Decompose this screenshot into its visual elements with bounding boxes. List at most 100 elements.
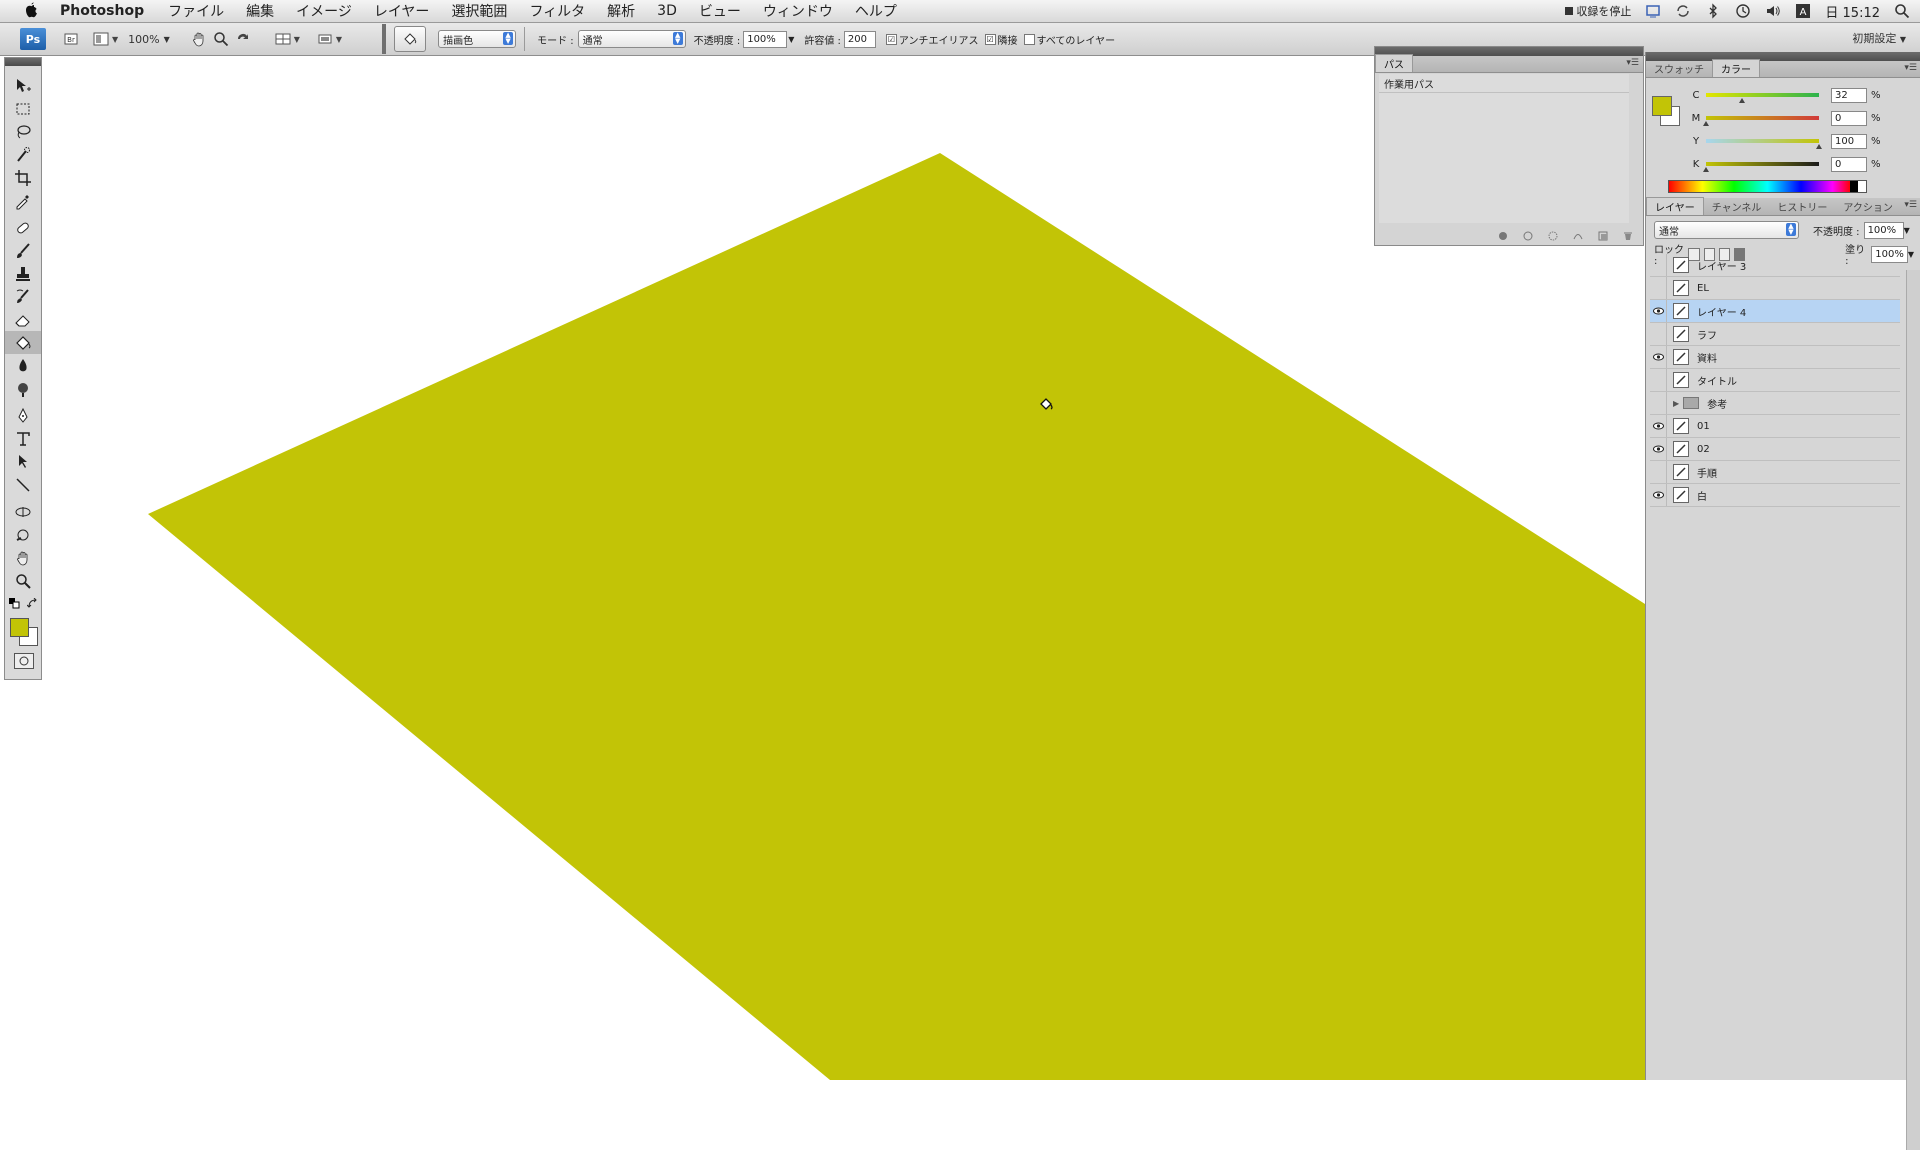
- visibility-toggle[interactable]: [1650, 254, 1667, 276]
- zoom-level-select[interactable]: 100% ▼: [128, 33, 170, 46]
- layer-row[interactable]: 白: [1650, 484, 1900, 507]
- stop-recording-button[interactable]: 収録を停止: [1565, 3, 1631, 19]
- fill-source-select[interactable]: 描画色 ▲ ▼: [438, 30, 517, 48]
- visibility-toggle[interactable]: [1650, 484, 1667, 506]
- chevron-down-icon[interactable]: ▼: [788, 35, 794, 44]
- menu-edit[interactable]: 編集: [246, 1, 274, 21]
- visibility-toggle[interactable]: [1650, 438, 1667, 460]
- magenta-slider-thumb[interactable]: [1703, 121, 1709, 126]
- 3d-orbit-tool-icon[interactable]: [5, 523, 41, 546]
- type-tool-icon[interactable]: [5, 427, 41, 450]
- opacity-input[interactable]: 100%: [743, 30, 788, 48]
- panel-title-bar[interactable]: [1375, 47, 1643, 56]
- antialias-checkbox[interactable]: ☑ アンチエイリアス: [885, 32, 979, 47]
- crop-tool-icon[interactable]: [5, 166, 41, 189]
- tolerance-input[interactable]: 200: [843, 30, 876, 48]
- chevron-down-icon[interactable]: ▼: [336, 35, 342, 44]
- photoshop-logo[interactable]: Ps: [20, 28, 46, 50]
- layer-row[interactable]: 資料: [1650, 346, 1900, 369]
- spotlight-search-icon[interactable]: [1894, 3, 1910, 19]
- expand-triangle-icon[interactable]: ▶: [1673, 399, 1679, 408]
- black-value-input[interactable]: 0: [1831, 156, 1867, 172]
- brush-tool-icon[interactable]: [5, 239, 41, 262]
- visibility-toggle[interactable]: [1650, 323, 1667, 345]
- chevron-down-icon[interactable]: ▼: [294, 35, 300, 44]
- rotate-view-icon[interactable]: [232, 29, 254, 49]
- input-method-icon[interactable]: A: [1795, 3, 1811, 19]
- 3d-rotate-tool-icon[interactable]: [5, 500, 41, 523]
- tab-swatches[interactable]: スウォッチ: [1646, 60, 1712, 77]
- menubar-clock[interactable]: 日 15:12: [1825, 2, 1880, 21]
- paint-bucket-tool-icon[interactable]: [5, 331, 41, 354]
- menu-window[interactable]: ウィンドウ: [763, 1, 833, 21]
- menu-view[interactable]: ビュー: [699, 1, 741, 21]
- lasso-tool-icon[interactable]: [5, 120, 41, 143]
- menu-image[interactable]: イメージ: [296, 1, 352, 21]
- menu-analysis[interactable]: 解析: [607, 1, 635, 21]
- tab-layers[interactable]: レイヤー: [1646, 197, 1704, 215]
- black-slider[interactable]: [1703, 162, 1819, 172]
- all-layers-checkbox[interactable]: すべてのレイヤー: [1023, 32, 1115, 47]
- tab-color[interactable]: カラー: [1712, 59, 1760, 77]
- menu-3d[interactable]: 3D: [657, 3, 677, 19]
- screen-sharing-icon[interactable]: [1645, 3, 1661, 19]
- visibility-toggle[interactable]: [1650, 415, 1667, 437]
- yellow-slider[interactable]: [1706, 139, 1822, 149]
- volume-icon[interactable]: [1765, 3, 1781, 19]
- visibility-toggle[interactable]: [1650, 346, 1667, 368]
- delete-path-icon[interactable]: [1623, 230, 1633, 240]
- menu-file[interactable]: ファイル: [168, 1, 224, 21]
- menu-select[interactable]: 選択範囲: [451, 1, 507, 21]
- arrange-documents-icon[interactable]: [272, 29, 294, 49]
- menu-layer[interactable]: レイヤー: [374, 1, 430, 21]
- move-tool-icon[interactable]: [5, 74, 41, 97]
- quick-mask-icon[interactable]: [14, 653, 34, 669]
- layers-scrollbar[interactable]: [1906, 270, 1920, 1150]
- eraser-tool-icon[interactable]: [5, 308, 41, 331]
- magenta-value-input[interactable]: 0: [1831, 110, 1867, 126]
- panel-menu-icon[interactable]: ▾☰: [1904, 63, 1917, 73]
- visibility-toggle[interactable]: [1650, 392, 1667, 414]
- hand-tool-icon[interactable]: [5, 546, 41, 569]
- layer-row[interactable]: 02: [1650, 438, 1900, 461]
- yellow-diamond-fill[interactable]: [148, 153, 1645, 1080]
- hand-tool-icon[interactable]: [188, 29, 210, 49]
- eyedropper-tool-icon[interactable]: [5, 189, 41, 212]
- new-path-icon[interactable]: [1598, 230, 1608, 241]
- panel-menu-icon[interactable]: ▾☰: [1626, 58, 1639, 68]
- visibility-toggle[interactable]: [1650, 300, 1667, 322]
- chevron-down-icon[interactable]: ▼: [1904, 226, 1910, 235]
- color-panel-foreground-swatch[interactable]: [1652, 96, 1672, 116]
- chevron-down-icon[interactable]: ▼: [112, 35, 118, 44]
- tab-channels[interactable]: チャンネル: [1704, 198, 1770, 215]
- blend-mode-select[interactable]: 通常 ▲ ▼: [577, 30, 686, 48]
- dodge-tool-icon[interactable]: [5, 377, 41, 400]
- history-brush-tool-icon[interactable]: [5, 285, 41, 308]
- yellow-slider-thumb[interactable]: [1816, 144, 1822, 149]
- workspace-switcher[interactable]: 初期設定 ▼: [1852, 30, 1906, 46]
- contiguous-checkbox[interactable]: ☑ 隣接: [984, 32, 1018, 47]
- foreground-color-swatch[interactable]: [10, 618, 29, 637]
- layer-opacity-input[interactable]: 100%: [1863, 221, 1904, 239]
- blur-tool-icon[interactable]: [5, 354, 41, 377]
- chevron-down-icon[interactable]: ▼: [1908, 250, 1914, 259]
- menu-help[interactable]: ヘルプ: [855, 1, 897, 21]
- clone-stamp-tool-icon[interactable]: [5, 262, 41, 285]
- cyan-slider[interactable]: [1706, 93, 1819, 103]
- make-work-path-icon[interactable]: [1573, 230, 1583, 240]
- zoom-tool-icon[interactable]: [5, 569, 41, 592]
- paint-bucket-preset-icon[interactable]: [394, 26, 427, 52]
- app-menu-photoshop[interactable]: Photoshop: [60, 3, 144, 19]
- marquee-tool-icon[interactable]: [5, 97, 41, 120]
- options-bar-grip[interactable]: [382, 24, 387, 54]
- time-machine-icon[interactable]: [1735, 3, 1751, 19]
- view-extras-icon[interactable]: [90, 29, 112, 49]
- cyan-slider-thumb[interactable]: [1739, 98, 1746, 103]
- color-spectrum-bar[interactable]: [1668, 180, 1867, 193]
- default-colors-icon[interactable]: [9, 598, 21, 612]
- sync-icon[interactable]: [1675, 3, 1691, 19]
- spot-healing-tool-icon[interactable]: [5, 216, 41, 239]
- bridge-launch-icon[interactable]: Br: [60, 29, 82, 49]
- panel-menu-icon[interactable]: ▾☰: [1904, 200, 1917, 210]
- visibility-toggle[interactable]: [1650, 461, 1667, 483]
